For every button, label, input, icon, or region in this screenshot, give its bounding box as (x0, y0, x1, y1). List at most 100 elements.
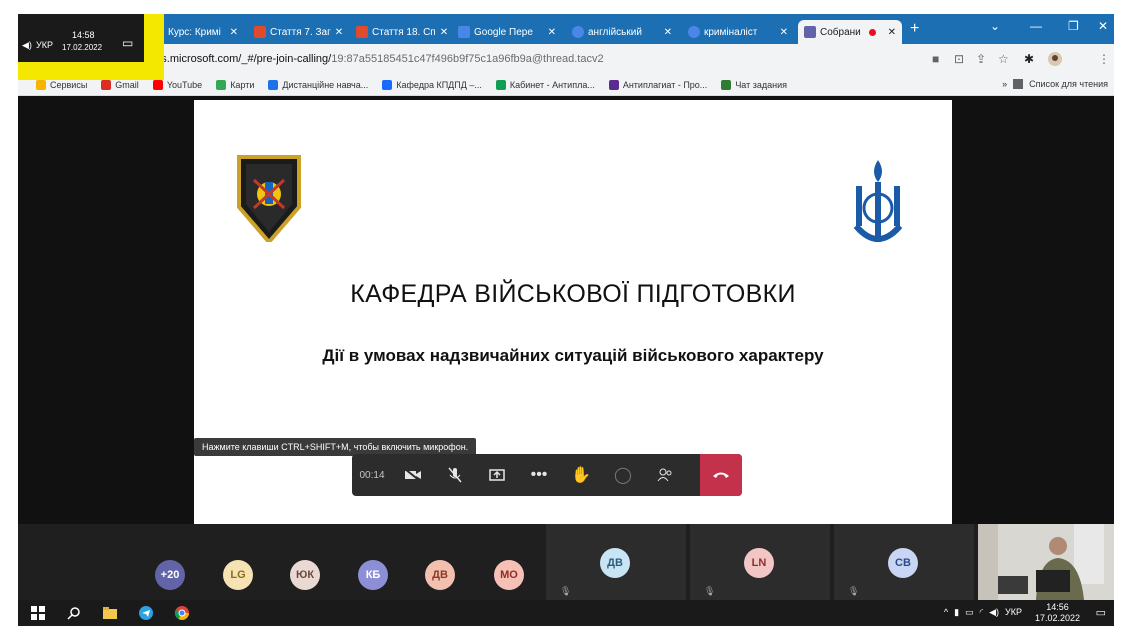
bookmark-label: YouTube (166, 79, 203, 90)
camera-off-icon (404, 468, 421, 482)
address-bar: ams.microsoft.com/_#/pre-join-calling/19… (18, 44, 1114, 74)
reading-list[interactable]: » Список для чтения (1002, 79, 1108, 89)
participant-avatar: ДВ (600, 548, 630, 578)
tab-2[interactable]: Стаття 7. Заг ✕ (248, 20, 346, 44)
highlight-overlay: ◀) УКР 14:58 17.02.2022 ▭ (18, 14, 164, 80)
bookmark-chat[interactable]: Чат задания (721, 79, 788, 90)
chevron-down-icon[interactable]: ⌄ (990, 19, 1000, 33)
close-icon[interactable]: ✕ (664, 27, 672, 38)
mute-button[interactable] (434, 454, 476, 496)
usb-icon[interactable]: ▮ (954, 607, 959, 618)
clock-time: 14:56 (1046, 602, 1069, 612)
participant-avatar[interactable]: ЮК (290, 560, 320, 590)
url-host: ams.microsoft.com/_#/pre-join-calling/ (146, 53, 332, 65)
participant-avatar[interactable]: LG (223, 560, 253, 590)
participant-tile[interactable]: СВ 🎙︎ (834, 524, 974, 600)
tab-bar: Курс: Кримі ✕ Стаття 7. Заг ✕ Стаття 18.… (18, 14, 1114, 44)
recording-dot-icon (868, 28, 876, 36)
close-icon[interactable]: ✕ (548, 27, 556, 38)
participant-tile[interactable]: LN 🎙︎ (690, 524, 830, 600)
install-icon[interactable]: ⊡ (954, 52, 964, 66)
screen: Курс: Кримі ✕ Стаття 7. Заг ✕ Стаття 18.… (18, 14, 1114, 626)
input-language[interactable]: УКР (1005, 607, 1022, 618)
call-controls: 00:14 ••• ✋ ◯ (352, 454, 742, 496)
taskbar: ^ ▮ ▭ ◜ ◀) УКР 14:56 17.02.2022 ▭ (18, 600, 1114, 626)
bookmark-cabinet[interactable]: Кабинет - Антипла... (495, 79, 595, 90)
telegram-icon[interactable] (138, 605, 154, 621)
file-explorer-icon[interactable] (102, 605, 118, 621)
url-path: 19:87a55185451c47f496b9f75c1a96fb9a@thre… (331, 53, 604, 65)
extensions-icon[interactable]: ✱ (1024, 52, 1034, 66)
network-icon[interactable]: ◜ (980, 607, 984, 618)
bookmark-youtube[interactable]: YouTube (152, 79, 203, 90)
close-icon[interactable]: ✕ (230, 27, 238, 38)
participant-avatar[interactable]: КБ (358, 560, 388, 590)
tab-6[interactable]: криміналіст ✕ (682, 20, 794, 44)
participant-gallery: +20 LG ЮК КБ ДВ МО ДВ 🎙︎ LN 🎙︎ СВ 🎙︎ (18, 524, 1114, 600)
bookmark-kafedra[interactable]: Кафедра КПДПД –... (382, 79, 482, 90)
bookmark-label: Кафедра КПДПД –... (396, 79, 482, 90)
more-bookmarks-icon[interactable]: » (1002, 79, 1007, 89)
participant-avatar[interactable]: МО (494, 560, 524, 590)
share-icon[interactable]: ⇪ (976, 52, 986, 66)
bookmark-maps[interactable]: Карти (216, 79, 254, 90)
tab-4[interactable]: Google Пере ✕ (452, 20, 562, 44)
volume-icon[interactable]: ◀) (989, 607, 999, 618)
restore-button[interactable]: ❐ (1068, 19, 1079, 33)
profile-avatar[interactable] (1048, 52, 1062, 69)
apps-icon (36, 79, 46, 90)
menu-icon[interactable]: ⋮ (1098, 52, 1110, 66)
overlay-notifications-icon: ▭ (122, 36, 134, 50)
system-tray[interactable]: ^ ▮ ▭ ◜ ◀) УКР (944, 607, 1022, 618)
tab-label: англійський (588, 26, 642, 38)
search-icon[interactable] (66, 605, 82, 621)
new-tab-button[interactable]: + (910, 20, 919, 38)
hang-up-button[interactable] (700, 454, 742, 496)
bookmark-gmail[interactable]: Gmail (101, 79, 139, 90)
close-icon[interactable]: ✕ (888, 27, 896, 38)
close-icon[interactable]: ✕ (440, 27, 448, 38)
bookmark-services[interactable]: Сервисы (36, 79, 87, 90)
camera-indicator-icon[interactable]: ■ (932, 52, 939, 66)
windows-start-icon[interactable] (30, 605, 46, 621)
share-screen-button[interactable] (476, 454, 518, 496)
call-timer: 00:14 (359, 469, 385, 481)
reading-list-label: Список для чтения (1029, 79, 1108, 89)
chat-icon: ◯ (614, 467, 632, 484)
clock[interactable]: 14:56 17.02.2022 (1035, 602, 1080, 624)
bookmark-distance[interactable]: Дистанційне навча... (268, 79, 368, 90)
participants-button[interactable] (644, 454, 686, 496)
participant-avatar: LN (744, 548, 774, 578)
university-logo (853, 160, 903, 242)
close-icon[interactable]: ✕ (780, 27, 788, 38)
participant-tile[interactable]: ДВ 🎙︎ (546, 524, 686, 600)
minimize-button[interactable]: — (1030, 19, 1042, 33)
camera-feed-image (978, 524, 1114, 600)
chrome-icon[interactable] (174, 605, 190, 621)
close-icon[interactable]: ✕ (335, 27, 343, 38)
tab-5[interactable]: англійський ✕ (566, 20, 678, 44)
phone-hangup-icon (713, 472, 729, 478)
overlay-date: 17.02.2022 (62, 43, 103, 52)
participant-avatar[interactable]: ДВ (425, 560, 455, 590)
close-window-button[interactable]: ✕ (1098, 19, 1108, 33)
more-actions-button[interactable]: ••• (518, 454, 560, 496)
raise-hand-button[interactable]: ✋ (560, 454, 602, 496)
mic-off-icon (448, 467, 462, 483)
self-video[interactable] (978, 524, 1114, 600)
bookmark-star-icon[interactable]: ☆ (998, 52, 1009, 66)
tab-teams[interactable]: Собрани ✕ (798, 20, 902, 44)
notifications-icon[interactable]: ▭ (1096, 606, 1106, 619)
chevron-up-icon[interactable]: ^ (944, 607, 948, 618)
bookmark-antiplag[interactable]: Антиплагиат - Про... (608, 79, 708, 90)
camera-off-button[interactable] (392, 454, 434, 496)
tab-3[interactable]: Стаття 18. Сп ✕ (350, 20, 448, 44)
course-icon (268, 79, 279, 90)
overlay-time: 14:58 (72, 30, 95, 40)
more-participants-badge[interactable]: +20 (155, 560, 185, 590)
chat-button[interactable]: ◯ (602, 454, 644, 496)
bookmark-label: Чат задания (735, 79, 788, 90)
bookmark-label: Антиплагиат - Про... (622, 79, 708, 90)
more-icon: ••• (530, 466, 548, 483)
battery-icon[interactable]: ▭ (965, 607, 974, 618)
